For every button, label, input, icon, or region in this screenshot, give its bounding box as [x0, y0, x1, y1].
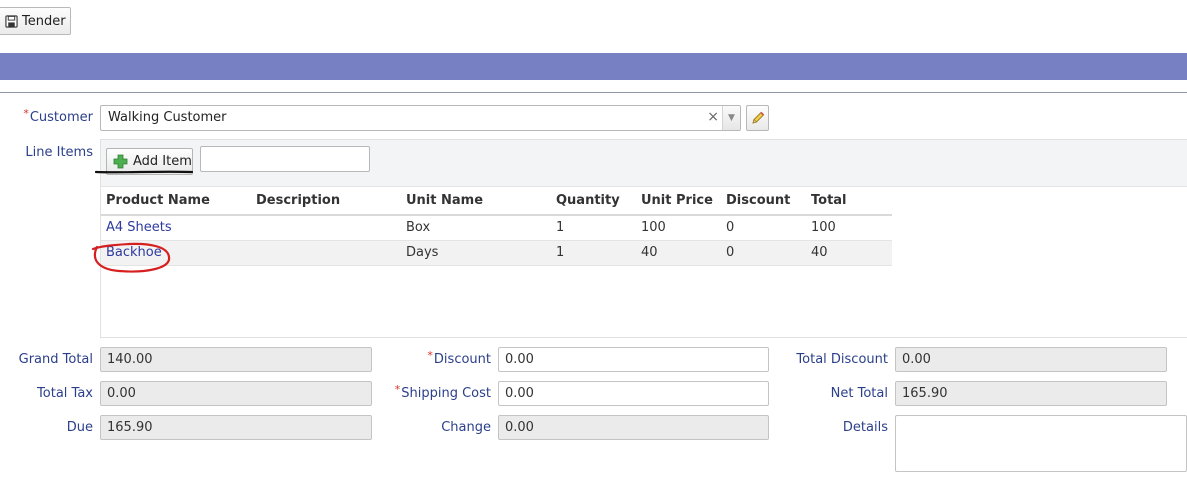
customer-label: *Customer: [23, 107, 93, 125]
unit-cell: Box: [401, 215, 551, 241]
unit-price-cell: 40: [636, 240, 721, 266]
required-marker: *: [394, 383, 401, 396]
net-total-label: Net Total: [830, 386, 888, 401]
clear-icon[interactable]: ×: [707, 109, 719, 125]
shipping-cost-label: *Shipping Cost: [394, 383, 491, 401]
description-cell: [251, 240, 401, 266]
pencil-icon: [751, 111, 764, 124]
tender-label: Tender: [22, 13, 66, 29]
column-header[interactable]: Product Name: [101, 187, 251, 216]
total-tax-field: 0.00: [100, 381, 372, 406]
chevron-down-icon[interactable]: ▼: [722, 106, 740, 130]
customer-select[interactable]: Walking Customer × ▼: [100, 105, 741, 131]
line-items-label: Line Items: [25, 145, 93, 160]
grand-total-label: Grand Total: [18, 352, 93, 367]
discount-input[interactable]: 0.00: [498, 347, 769, 372]
save-icon: [5, 14, 18, 28]
add-item-label: Add Item: [133, 154, 192, 169]
column-header[interactable]: Unit Price: [636, 187, 721, 216]
item-search-input[interactable]: [200, 146, 370, 172]
circle-annotation: [91, 242, 171, 273]
grand-total-field: 140.00: [100, 347, 372, 372]
description-cell: [251, 215, 401, 241]
edit-customer-button[interactable]: [746, 105, 769, 131]
plus-icon: [113, 154, 128, 169]
required-marker: *: [427, 349, 433, 362]
quantity-cell: 1: [551, 215, 636, 241]
unit-cell: Days: [401, 240, 551, 266]
column-header[interactable]: Description: [251, 187, 401, 216]
total-cell: 100: [806, 215, 892, 241]
total-cell: 40: [806, 240, 892, 266]
line-items-panel: Add Item Product Name Description Unit N…: [100, 139, 1187, 338]
quantity-cell: 1: [551, 240, 636, 266]
product-link[interactable]: A4 Sheets: [106, 220, 172, 235]
discount-label: *Discount: [427, 349, 491, 367]
shipping-cost-input[interactable]: 0.00: [498, 381, 769, 406]
required-marker: *: [23, 107, 29, 120]
divider: [0, 92, 1187, 93]
customer-select-value: Walking Customer: [108, 110, 227, 125]
tender-button[interactable]: Tender: [0, 7, 71, 35]
unit-price-cell: 100: [636, 215, 721, 241]
change-field: 0.00: [498, 415, 769, 440]
details-label: Details: [842, 420, 888, 435]
due-field: 165.90: [100, 415, 372, 440]
column-header[interactable]: Quantity: [551, 187, 636, 216]
table-header-row: Product Name Description Unit Name Quant…: [101, 187, 892, 216]
due-label: Due: [66, 420, 93, 435]
discount-cell: 0: [721, 215, 806, 241]
section-header-bar: [0, 53, 1187, 80]
total-tax-label: Total Tax: [37, 386, 93, 401]
column-header[interactable]: Total: [806, 187, 892, 216]
total-discount-label: Total Discount: [796, 352, 888, 367]
discount-cell: 0: [721, 240, 806, 266]
net-total-field: 165.90: [895, 381, 1167, 406]
underline-annotation: [95, 170, 193, 174]
total-discount-field: 0.00: [895, 347, 1167, 372]
column-header[interactable]: Unit Name: [401, 187, 551, 216]
change-label: Change: [441, 420, 491, 435]
table-row[interactable]: A4 Sheets Box 1 100 0 100: [101, 215, 892, 241]
table-row[interactable]: Backhoe Days 1 40 0 40: [101, 240, 892, 266]
details-textarea[interactable]: [895, 415, 1187, 472]
column-header[interactable]: Discount: [721, 187, 806, 216]
line-items-table: Product Name Description Unit Name Quant…: [101, 187, 892, 266]
